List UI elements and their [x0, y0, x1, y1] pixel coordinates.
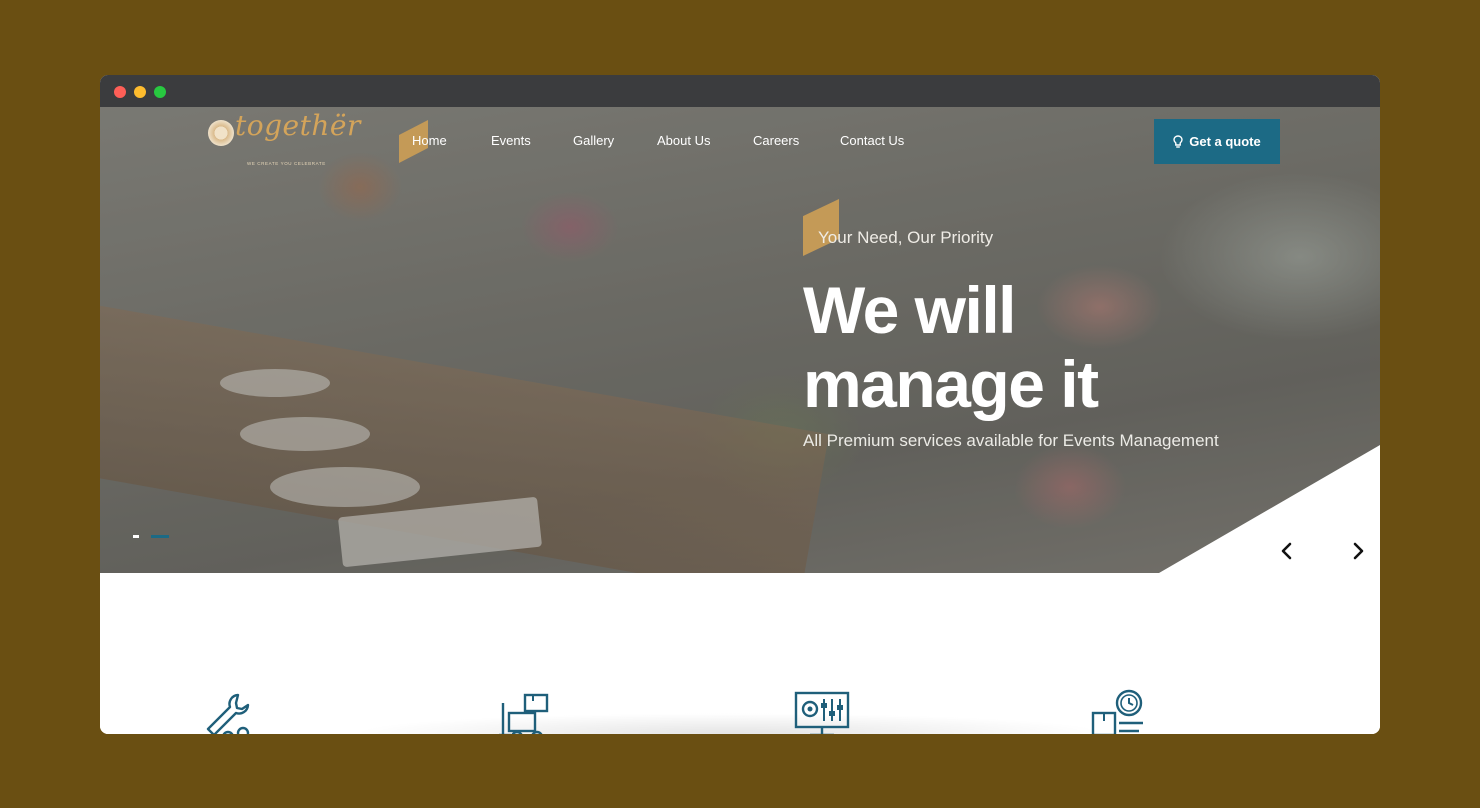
nav-item-about-us[interactable]: About Us — [657, 133, 710, 148]
get-a-quote-button[interactable]: Get a quote — [1154, 119, 1280, 164]
logo-text: togethër — [235, 109, 361, 142]
browser-window: togethër WE CREATE YOU CELEBRATE Home Ev… — [100, 75, 1380, 734]
maximize-window-button[interactable] — [154, 86, 166, 98]
site-logo[interactable]: togethër WE CREATE YOU CELEBRATE — [207, 109, 360, 171]
nav-item-events[interactable]: Events — [491, 133, 531, 148]
card-shadow — [350, 713, 1110, 734]
features-section — [100, 573, 1380, 734]
slider-prev-arrow-icon[interactable] — [1277, 539, 1297, 563]
wrench-gear-icon — [206, 693, 250, 734]
logo-emblem-icon — [208, 120, 234, 146]
hero-description: All Premium services available for Event… — [803, 431, 1219, 450]
get-a-quote-label: Get a quote — [1189, 134, 1261, 149]
slider-dot-2[interactable] — [151, 535, 169, 538]
logo-tagline: WE CREATE YOU CELEBRATE — [247, 161, 326, 166]
slider-next-arrow-icon[interactable] — [1348, 539, 1368, 563]
hero-subtitle: Your Need, Our Priority — [818, 228, 994, 247]
package-clock-icon — [1091, 689, 1143, 734]
hero-slider: togethër WE CREATE YOU CELEBRATE Home Ev… — [100, 107, 1380, 573]
slider-dot-1[interactable] — [133, 535, 139, 538]
window-titlebar — [100, 75, 1380, 107]
nav-item-careers[interactable]: Careers — [753, 133, 799, 148]
control-panel-icon — [794, 691, 850, 734]
nav-item-home[interactable]: Home — [412, 133, 447, 148]
hero-headline: We will manage it — [803, 273, 1099, 421]
forklift-icon — [499, 693, 549, 734]
nav-item-gallery[interactable]: Gallery — [573, 133, 614, 148]
close-window-button[interactable] — [114, 86, 126, 98]
lightbulb-icon — [1173, 134, 1183, 148]
minimize-window-button[interactable] — [134, 86, 146, 98]
nav-item-contact-us[interactable]: Contact Us — [840, 133, 904, 148]
